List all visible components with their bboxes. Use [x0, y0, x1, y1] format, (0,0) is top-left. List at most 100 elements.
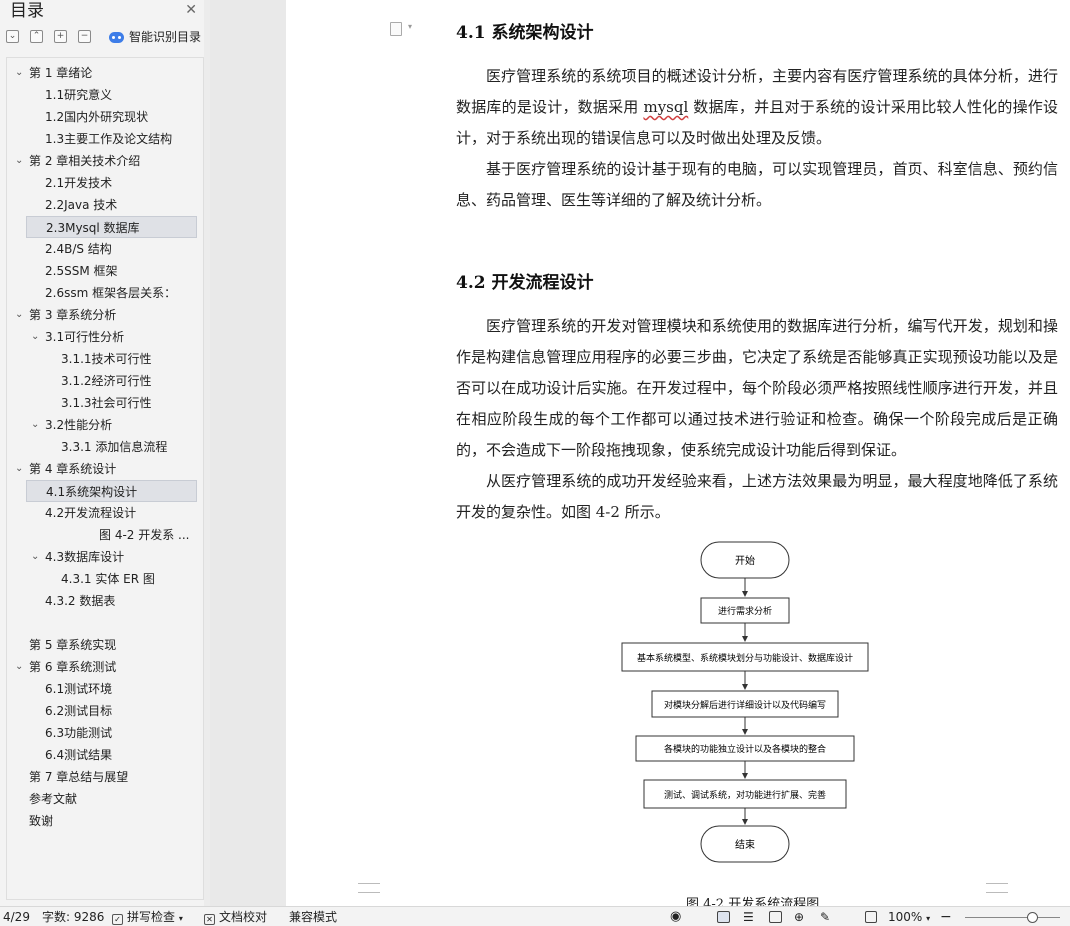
toc-item[interactable]: 3.2性能分析	[26, 414, 197, 436]
heading-4-2: 4.2 开发流程设计	[456, 273, 594, 293]
paragraph: 从医疗管理系统的成功开发经验来看，上述方法效果最为明显，最大程度地降低了系统开发…	[456, 472, 1058, 521]
toc-item-label: 1.1研究意义	[45, 88, 113, 102]
toc-item-label: 3.1可行性分析	[45, 330, 125, 344]
proof-icon: ✕	[204, 914, 215, 925]
toc-item[interactable]: 2.5SSM 框架	[26, 260, 197, 282]
flow-step-label: 进行需求分析	[718, 605, 772, 617]
smart-toc-button[interactable]: 智能识别目录	[109, 28, 201, 46]
toc-item[interactable]: 3.1可行性分析	[26, 326, 197, 348]
toc-item[interactable]: 3.3.1 添加信息流程	[26, 436, 197, 458]
spell-check-button[interactable]: ✓ 拼写检查 ▾	[112, 907, 183, 926]
toc-item[interactable]: 第 7 章总结与展望	[26, 766, 197, 788]
toc-item-label: 4.3.2 数据表	[45, 594, 116, 608]
page-view-icon[interactable]	[717, 911, 730, 923]
toc-item[interactable]: 第 5 章系统实现	[26, 634, 197, 656]
close-icon[interactable]: ✕	[185, 2, 197, 18]
toc-item-label: 6.1测试环境	[45, 682, 113, 696]
toc-item[interactable]: 4.1系统架构设计	[26, 480, 197, 502]
toc-item-label: 参考文献	[29, 792, 78, 806]
toc-item[interactable]: 3.1.2经济可行性	[26, 370, 197, 392]
toc-item[interactable]: 6.2测试目标	[26, 700, 197, 722]
zoom-level[interactable]: 100% ▾	[888, 907, 930, 926]
chevron-down-icon[interactable]: ⌄	[15, 304, 23, 326]
toc-item[interactable]: 2.6ssm 框架各层关系：	[26, 282, 197, 304]
flow-end-label: 结束	[735, 838, 755, 851]
toc-title: 目录	[10, 1, 44, 21]
remove-level-icon[interactable]: −	[78, 30, 91, 43]
zoom-slider[interactable]	[965, 917, 1060, 918]
fit-page-icon[interactable]	[865, 911, 877, 923]
toc-item[interactable]: 3.1.1技术可行性	[26, 348, 197, 370]
toc-item[interactable]: 4.3.1 实体 ER 图	[26, 568, 197, 590]
toc-item[interactable]: 第 3 章系统分析	[26, 304, 197, 326]
toc-item[interactable]: 4.3数据库设计	[26, 546, 197, 568]
toc-item[interactable]: 参考文献	[26, 788, 197, 810]
toc-item[interactable]: 图 4-2 开发系 ...	[26, 524, 197, 546]
toc-item[interactable]: 1.2国内外研究现状	[26, 106, 197, 128]
chevron-down-icon[interactable]: ▾	[408, 22, 412, 31]
toc-item-label: 2.1开发技术	[45, 176, 113, 190]
page-indicator[interactable]: 4/29	[3, 907, 30, 926]
toc-item-label: 图 4-2 开发系 ...	[99, 528, 190, 542]
toc-item-label: 4.3数据库设计	[45, 550, 125, 564]
collapse-all-icon[interactable]: ⌄	[6, 30, 19, 43]
margin-mark	[358, 883, 380, 893]
eye-icon[interactable]: ◉	[670, 907, 681, 926]
status-bar: 4/29 字数: 9286 ✓ 拼写检查 ▾ ✕ 文档校对 兼容模式 ◉ ☰ ⊕ ✎…	[0, 906, 1070, 926]
toc-item[interactable]: 2.2Java 技术	[26, 194, 197, 216]
word-count[interactable]: 字数: 9286	[42, 907, 104, 926]
toc-item-label: 第 2 章相关技术介绍	[29, 154, 141, 168]
toc-item[interactable]: 4.3.2 数据表	[26, 590, 197, 612]
toc-item-label: 3.1.2经济可行性	[61, 374, 152, 388]
pen-icon[interactable]: ✎	[820, 907, 830, 926]
toc-item[interactable]: 第 1 章绪论	[26, 62, 197, 84]
toc-item[interactable]: 6.4测试结果	[26, 744, 197, 766]
toc-item[interactable]: 2.4B/S 结构	[26, 238, 197, 260]
toc-item-label: 第 4 章系统设计	[29, 462, 117, 476]
zoom-out-icon[interactable]: −	[940, 907, 952, 926]
reading-view-icon[interactable]	[769, 911, 782, 923]
toc-item[interactable]: 第 6 章系统测试	[26, 656, 197, 678]
toc-item[interactable]: 3.1.3社会可行性	[26, 392, 197, 414]
doc-proof-button[interactable]: ✕ 文档校对	[204, 907, 267, 926]
document-area: ▾ 4.1 系统架构设计 医疗管理系统的系统项目的概述设计分析，主要内容有医疗管…	[210, 0, 1070, 906]
heading-4-1: 4.1 系统架构设计	[456, 23, 594, 43]
toc-item-label: 4.3.1 实体 ER 图	[61, 572, 155, 586]
toc-item-label: 4.2开发流程设计	[45, 506, 137, 520]
chevron-down-icon[interactable]: ⌄	[15, 458, 23, 480]
zoom-slider-handle[interactable]	[1027, 912, 1038, 923]
toc-item-label: 第 5 章系统实现	[29, 638, 117, 652]
document-page: ▾ 4.1 系统架构设计 医疗管理系统的系统项目的概述设计分析，主要内容有医疗管…	[286, 0, 1070, 906]
chevron-down-icon: ▾	[926, 914, 931, 923]
toc-item[interactable]: 6.3功能测试	[26, 722, 197, 744]
toc-item-label: 6.2测试目标	[45, 704, 113, 718]
chevron-down-icon[interactable]: ⌄	[15, 150, 23, 172]
chevron-down-icon[interactable]: ⌄	[15, 62, 23, 84]
toc-item-label: 第 1 章绪论	[29, 66, 93, 80]
toc-item[interactable]: 1.1研究意义	[26, 84, 197, 106]
web-view-icon[interactable]: ⊕	[794, 907, 804, 926]
paragraph: 医疗管理系统的开发对管理模块和系统使用的数据库进行分析，编写代开发，规划和操作是…	[456, 317, 1058, 459]
toc-item[interactable]: 第 2 章相关技术介绍	[26, 150, 197, 172]
add-level-icon[interactable]: +	[54, 30, 67, 43]
outline-view-icon[interactable]: ☰	[743, 907, 754, 926]
toc-header: 目录 ✕	[0, 0, 209, 22]
toc-item[interactable]: 第 4 章系统设计	[26, 458, 197, 480]
toc-item[interactable]: 致谢	[26, 810, 197, 832]
margin-mark	[986, 883, 1008, 893]
toc-item[interactable]: 2.3Mysql 数据库	[26, 216, 197, 238]
toc-item[interactable]: 2.1开发技术	[26, 172, 197, 194]
chevron-down-icon[interactable]: ⌄	[15, 656, 23, 678]
toc-item[interactable]: 1.3主要工作及论文结构	[26, 128, 197, 150]
toc-item	[26, 612, 197, 634]
expand-up-icon[interactable]: ⌃	[30, 30, 43, 43]
flow-step-label: 测试、调试系统，对功能进行扩展、完善	[664, 789, 826, 801]
page-menu-icon[interactable]	[390, 22, 402, 36]
toc-item-label: 3.3.1 添加信息流程	[61, 440, 168, 454]
zoom-label: 100%	[888, 910, 923, 924]
toc-item[interactable]: 6.1测试环境	[26, 678, 197, 700]
spell-error-word[interactable]: mysql	[643, 98, 688, 116]
flow-start-label: 开始	[735, 554, 755, 567]
toc-item[interactable]: 4.2开发流程设计	[26, 502, 197, 524]
toc-item-label: 2.3Mysql 数据库	[46, 221, 140, 235]
